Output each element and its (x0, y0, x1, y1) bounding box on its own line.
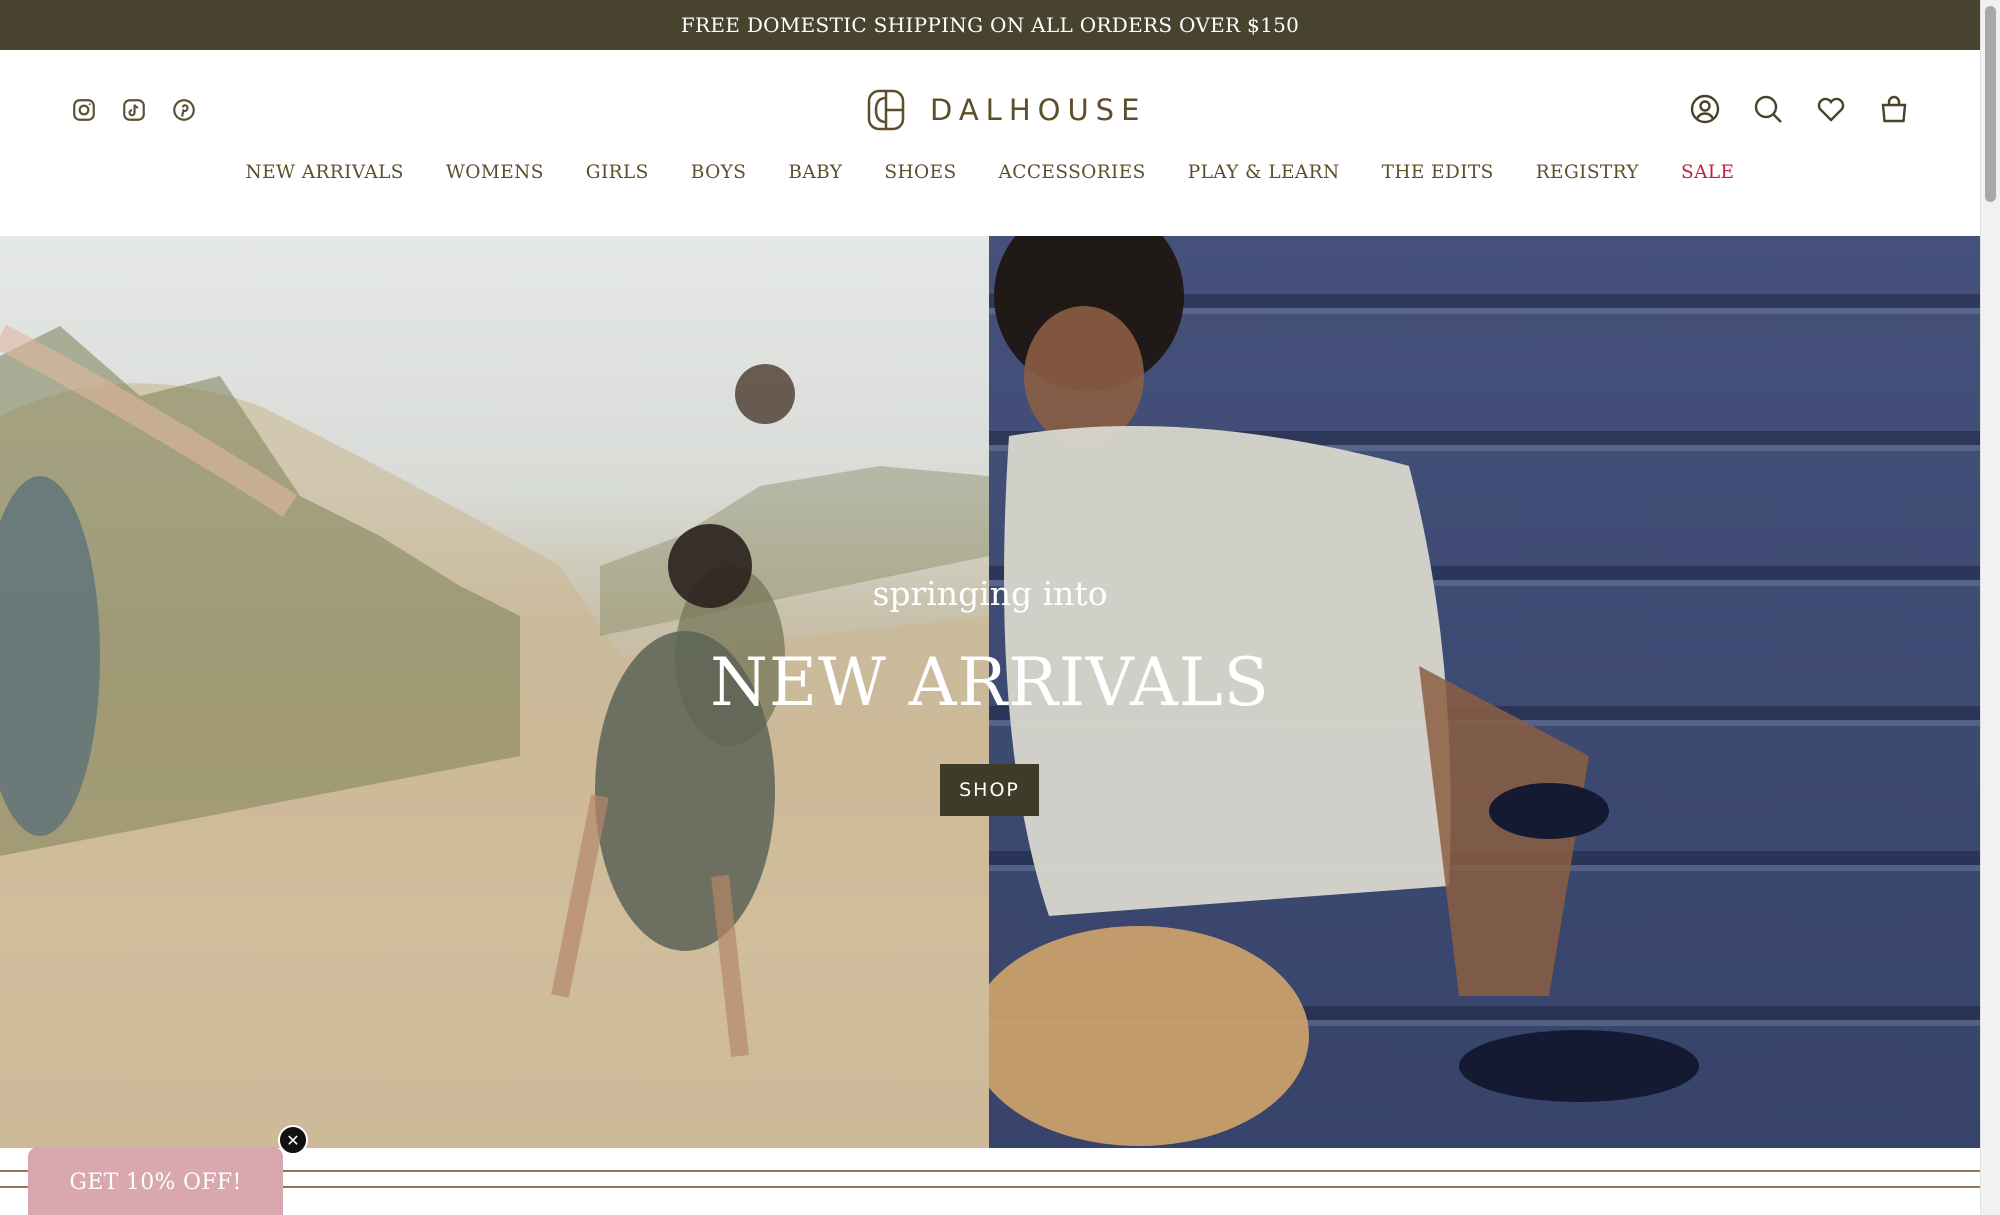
main-nav: NEW ARRIVALS WOMENS GIRLS BOYS BABY SHOE… (0, 162, 1980, 183)
hero-image-beach (0, 236, 989, 1148)
discount-promo-tab[interactable]: GET 10% OFF! (28, 1147, 283, 1215)
nav-item-the-edits[interactable]: THE EDITS (1361, 162, 1515, 183)
nav-item-baby[interactable]: BABY (767, 162, 863, 183)
search-icon[interactable] (1751, 92, 1784, 125)
page: FREE DOMESTIC SHIPPING ON ALL ORDERS OVE… (0, 0, 1980, 1215)
scrollbar-thumb[interactable] (1985, 6, 1996, 202)
promo-label: GET 10% OFF! (69, 1169, 242, 1195)
stairs-scene-illustration (989, 236, 1699, 1146)
hero-image-stairs (989, 236, 1980, 1148)
nav-item-sale[interactable]: SALE (1660, 162, 1755, 183)
nav-item-play-learn[interactable]: PLAY & LEARN (1167, 162, 1361, 183)
nav-item-new-arrivals[interactable]: NEW ARRIVALS (225, 162, 425, 183)
pinterest-icon[interactable] (170, 96, 198, 124)
close-icon[interactable]: ✕ (278, 1125, 308, 1155)
nav-item-shoes[interactable]: SHOES (863, 162, 977, 183)
heart-icon[interactable] (1814, 92, 1847, 125)
shop-button[interactable]: SHOP (940, 764, 1039, 816)
beach-scene-illustration (0, 324, 989, 1148)
instagram-icon[interactable] (70, 96, 98, 124)
social-links (70, 96, 198, 124)
nav-item-accessories[interactable]: ACCESSORIES (978, 162, 1167, 183)
tiktok-icon[interactable] (120, 96, 148, 124)
section-divider (0, 1170, 1980, 1188)
nav-item-girls[interactable]: GIRLS (565, 162, 670, 183)
utility-icons (1688, 92, 1910, 125)
logo-text: DALHOUSE (930, 93, 1147, 127)
nav-item-womens[interactable]: WOMENS (425, 162, 565, 183)
dalhouse-logo[interactable]: DALHOUSE (866, 88, 1146, 132)
account-icon[interactable] (1688, 92, 1721, 125)
site-header: DALHOUSE NEW ARRIVALS WOMENS GIRLS BOYS … (0, 50, 1980, 236)
nav-item-boys[interactable]: BOYS (670, 162, 768, 183)
scrollbar[interactable] (1980, 0, 2000, 1215)
announcement-text: FREE DOMESTIC SHIPPING ON ALL ORDERS OVE… (680, 13, 1300, 37)
nav-item-registry[interactable]: REGISTRY (1515, 162, 1660, 183)
hero-banner: springing into NEW ARRIVALS SHOP (0, 236, 1980, 1148)
logo-mark-icon (867, 89, 905, 131)
announcement-bar: FREE DOMESTIC SHIPPING ON ALL ORDERS OVE… (0, 0, 1980, 50)
bag-icon[interactable] (1877, 92, 1910, 125)
